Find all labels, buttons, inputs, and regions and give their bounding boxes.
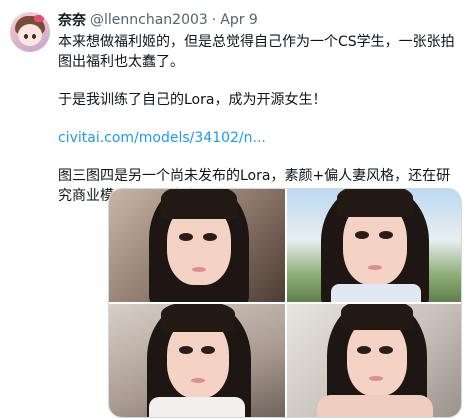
tweet-date[interactable]: Apr 9	[220, 12, 258, 28]
media-grid	[108, 188, 462, 418]
tweet-content: 奈奈 @llennchan2003 · Apr 9 本来想做福利姬的，但是总觉得…	[58, 10, 464, 206]
author-name[interactable]: 奈奈	[58, 10, 86, 30]
author-avatar[interactable]	[10, 12, 50, 52]
photo-3[interactable]	[109, 304, 285, 417]
photo-4[interactable]	[287, 304, 461, 417]
tweet-paragraph-1: 本来想做福利姬的，但是总觉得自己作为一个CS学生，一张张拍图出福利也太蠢了。	[58, 34, 455, 70]
photo-1[interactable]	[109, 189, 285, 302]
tweet-link[interactable]: civitai.com/models/34102/n...	[58, 128, 464, 148]
tweet-text: 本来想做福利姬的，但是总觉得自己作为一个CS学生，一张张拍图出福利也太蠢了。 于…	[58, 32, 464, 206]
tweet-header: 奈奈 @llennchan2003 · Apr 9	[58, 10, 464, 30]
author-handle[interactable]: @llennchan2003	[90, 12, 208, 28]
header-separator: ·	[211, 12, 217, 28]
tweet-paragraph-2: 于是我训练了自己的Lora，成为开源女生！	[58, 92, 327, 108]
photo-2[interactable]	[287, 189, 461, 302]
